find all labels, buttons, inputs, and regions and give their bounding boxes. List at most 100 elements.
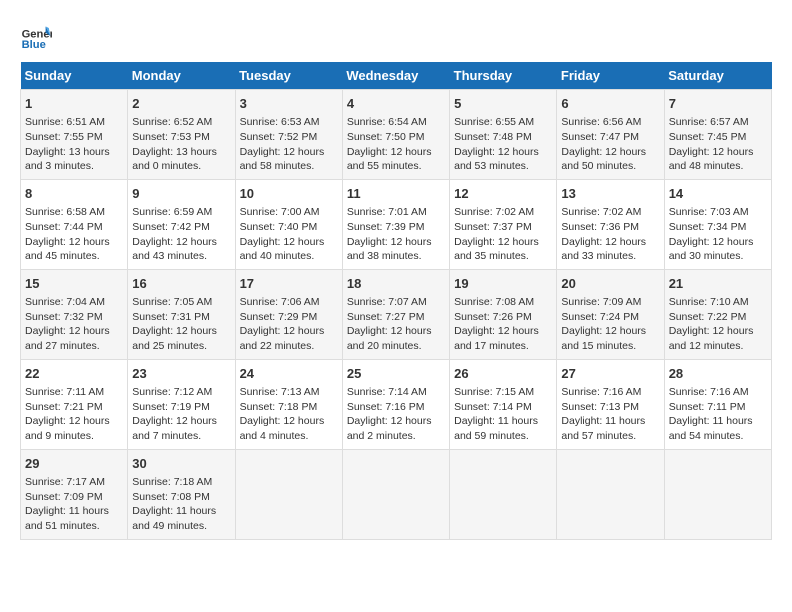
day-info: and 35 minutes. bbox=[454, 250, 529, 262]
day-number: 6 bbox=[561, 95, 659, 113]
day-info: Sunrise: 6:51 AM bbox=[25, 116, 105, 128]
day-info: Daylight: 12 hours bbox=[347, 325, 432, 337]
day-number: 15 bbox=[25, 275, 123, 293]
calendar-cell bbox=[450, 449, 557, 539]
day-number: 4 bbox=[347, 95, 445, 113]
day-info: Sunrise: 7:17 AM bbox=[25, 476, 105, 488]
day-info: Sunrise: 7:07 AM bbox=[347, 296, 427, 308]
day-info: Sunrise: 7:06 AM bbox=[240, 296, 320, 308]
day-info: Sunrise: 7:09 AM bbox=[561, 296, 641, 308]
page-header: General Blue bbox=[20, 20, 772, 52]
day-info: and 58 minutes. bbox=[240, 160, 315, 172]
day-number: 29 bbox=[25, 455, 123, 473]
calendar-cell bbox=[235, 449, 342, 539]
calendar-cell: 11Sunrise: 7:01 AMSunset: 7:39 PMDayligh… bbox=[342, 179, 449, 269]
calendar-cell: 19Sunrise: 7:08 AMSunset: 7:26 PMDayligh… bbox=[450, 269, 557, 359]
day-info: Daylight: 12 hours bbox=[347, 146, 432, 158]
day-number: 22 bbox=[25, 365, 123, 383]
day-number: 17 bbox=[240, 275, 338, 293]
day-number: 11 bbox=[347, 185, 445, 203]
day-info: Sunset: 7:39 PM bbox=[347, 221, 425, 233]
day-info: Sunset: 7:19 PM bbox=[132, 401, 210, 413]
day-info: and 9 minutes. bbox=[25, 430, 94, 442]
day-info: Daylight: 12 hours bbox=[561, 236, 646, 248]
calendar-cell bbox=[664, 449, 771, 539]
day-info: and 48 minutes. bbox=[669, 160, 744, 172]
day-number: 18 bbox=[347, 275, 445, 293]
calendar-cell: 4 Sunrise: 6:54 AM Sunset: 7:50 PM Daylight… bbox=[342, 90, 449, 180]
day-info: Daylight: 12 hours bbox=[669, 146, 754, 158]
day-info: Sunset: 7:18 PM bbox=[240, 401, 318, 413]
day-info: and 27 minutes. bbox=[25, 340, 100, 352]
day-info: Sunset: 7:27 PM bbox=[347, 311, 425, 323]
day-info: Daylight: 11 hours bbox=[25, 505, 109, 517]
calendar-cell: 8Sunrise: 6:58 AMSunset: 7:44 PMDaylight… bbox=[21, 179, 128, 269]
day-info: Sunset: 7:29 PM bbox=[240, 311, 318, 323]
day-info: Sunset: 7:53 PM bbox=[132, 131, 210, 143]
day-info: Daylight: 12 hours bbox=[240, 236, 325, 248]
calendar-cell: 6Sunrise: 6:56 AMSunset: 7:47 PMDaylight… bbox=[557, 90, 664, 180]
calendar-cell: 22Sunrise: 7:11 AMSunset: 7:21 PMDayligh… bbox=[21, 359, 128, 449]
day-info: Sunrise: 7:16 AM bbox=[669, 386, 749, 398]
day-number: 20 bbox=[561, 275, 659, 293]
day-number: 26 bbox=[454, 365, 552, 383]
day-info: Sunset: 7:24 PM bbox=[561, 311, 639, 323]
calendar-week-5: 29 Sunrise: 7:17 AM Sunset: 7:09 PM Dayligh… bbox=[21, 449, 772, 539]
day-info: Sunset: 7:47 PM bbox=[561, 131, 639, 143]
calendar-cell: 13Sunrise: 7:02 AMSunset: 7:36 PMDayligh… bbox=[557, 179, 664, 269]
day-number: 9 bbox=[132, 185, 230, 203]
calendar-week-3: 15 Sunrise: 7:04 AM Sunset: 7:32 PM Dayligh… bbox=[21, 269, 772, 359]
day-info: Sunrise: 7:12 AM bbox=[132, 386, 212, 398]
calendar-header: SundayMondayTuesdayWednesdayThursdayFrid… bbox=[21, 62, 772, 90]
day-info: Sunrise: 7:00 AM bbox=[240, 206, 320, 218]
day-info: Sunrise: 7:04 AM bbox=[25, 296, 105, 308]
day-info: Sunset: 7:09 PM bbox=[25, 491, 103, 503]
day-info: and 20 minutes. bbox=[347, 340, 422, 352]
day-header-monday: Monday bbox=[128, 62, 235, 90]
day-info: Sunrise: 6:57 AM bbox=[669, 116, 749, 128]
calendar-cell: 29 Sunrise: 7:17 AM Sunset: 7:09 PM Dayligh… bbox=[21, 449, 128, 539]
calendar-cell: 10Sunrise: 7:00 AMSunset: 7:40 PMDayligh… bbox=[235, 179, 342, 269]
day-info: Sunrise: 6:56 AM bbox=[561, 116, 641, 128]
calendar-cell: 12Sunrise: 7:02 AMSunset: 7:37 PMDayligh… bbox=[450, 179, 557, 269]
day-number: 14 bbox=[669, 185, 767, 203]
day-info: Sunrise: 6:55 AM bbox=[454, 116, 534, 128]
day-number: 16 bbox=[132, 275, 230, 293]
day-info: Sunrise: 7:14 AM bbox=[347, 386, 427, 398]
day-info: Daylight: 12 hours bbox=[240, 325, 325, 337]
day-info: Daylight: 12 hours bbox=[25, 415, 110, 427]
day-info: Sunset: 7:31 PM bbox=[132, 311, 210, 323]
svg-text:Blue: Blue bbox=[22, 39, 46, 51]
day-info: Daylight: 12 hours bbox=[454, 146, 539, 158]
day-info: Sunrise: 6:52 AM bbox=[132, 116, 212, 128]
day-info: and 53 minutes. bbox=[454, 160, 529, 172]
day-info: Sunset: 7:48 PM bbox=[454, 131, 532, 143]
day-number: 23 bbox=[132, 365, 230, 383]
day-info: and 4 minutes. bbox=[240, 430, 309, 442]
day-info: Sunset: 7:55 PM bbox=[25, 131, 103, 143]
calendar-cell: 14Sunrise: 7:03 AMSunset: 7:34 PMDayligh… bbox=[664, 179, 771, 269]
day-info: Sunset: 7:44 PM bbox=[25, 221, 103, 233]
day-info: and 25 minutes. bbox=[132, 340, 207, 352]
calendar-cell: 3Sunrise: 6:53 AMSunset: 7:52 PMDaylight… bbox=[235, 90, 342, 180]
day-header-saturday: Saturday bbox=[664, 62, 771, 90]
day-info: and 45 minutes. bbox=[25, 250, 100, 262]
day-number: 7 bbox=[669, 95, 767, 113]
day-info: and 59 minutes. bbox=[454, 430, 529, 442]
day-info: Sunrise: 6:54 AM bbox=[347, 116, 427, 128]
day-info: and 22 minutes. bbox=[240, 340, 315, 352]
calendar-cell: 17 Sunrise: 7:06 AM Sunset: 7:29 PM Dayligh… bbox=[235, 269, 342, 359]
calendar-cell: 27Sunrise: 7:16 AMSunset: 7:13 PMDayligh… bbox=[557, 359, 664, 449]
calendar-cell bbox=[557, 449, 664, 539]
calendar-cell: 18 Sunrise: 7:07 AM Sunset: 7:27 PM Dayligh… bbox=[342, 269, 449, 359]
day-info: Sunset: 7:32 PM bbox=[25, 311, 103, 323]
day-info: Sunset: 7:34 PM bbox=[669, 221, 747, 233]
day-info: Sunrise: 7:02 AM bbox=[561, 206, 641, 218]
day-info: Sunset: 7:50 PM bbox=[347, 131, 425, 143]
day-info: and 33 minutes. bbox=[561, 250, 636, 262]
day-info: Sunrise: 6:53 AM bbox=[240, 116, 320, 128]
calendar-cell: 23Sunrise: 7:12 AMSunset: 7:19 PMDayligh… bbox=[128, 359, 235, 449]
calendar-cell: 28Sunrise: 7:16 AMSunset: 7:11 PMDayligh… bbox=[664, 359, 771, 449]
calendar-week-1: 1Sunrise: 6:51 AMSunset: 7:55 PMDaylight… bbox=[21, 90, 772, 180]
calendar-cell: 16Sunrise: 7:05 AMSunset: 7:31 PMDayligh… bbox=[128, 269, 235, 359]
